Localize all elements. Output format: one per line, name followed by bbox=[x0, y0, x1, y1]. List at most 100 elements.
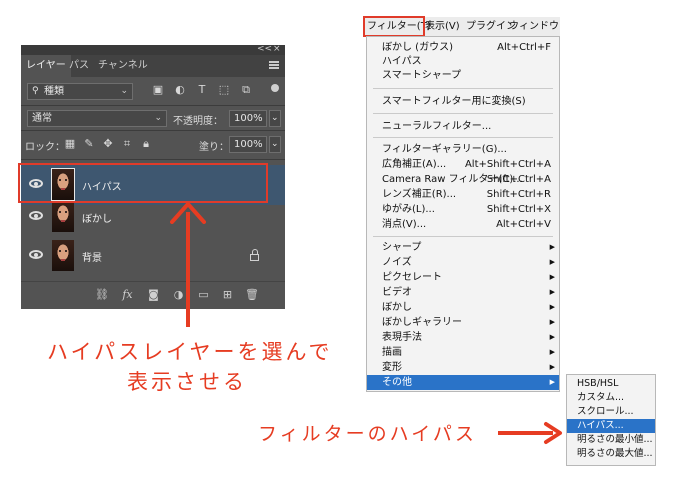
menu-item-pixelate[interactable]: ピクセレート ▶ bbox=[367, 270, 559, 285]
submenu-item-custom[interactable]: カスタム... bbox=[567, 391, 655, 405]
annotation-select-layer-line2: 表示させる bbox=[127, 370, 247, 394]
opacity-dropdown[interactable]: ⌄ bbox=[269, 110, 281, 127]
other-submenu: HSB/HSL カスタム... スクロール... ハイパス... 明るさの最小値… bbox=[566, 374, 656, 466]
divider bbox=[373, 137, 553, 138]
filter-toggle-icon[interactable] bbox=[271, 84, 279, 92]
eye-icon[interactable] bbox=[29, 250, 43, 259]
arrow-up-icon bbox=[170, 202, 206, 224]
blend-row: 通常 ⌄ 不透明度： 100% ⌄ bbox=[21, 110, 285, 128]
chevron-down-icon: ⌄ bbox=[271, 139, 279, 149]
menu-item-smart-sharpen[interactable]: スマートシャープ bbox=[367, 68, 559, 83]
menu-item-camera-raw[interactable]: Camera Raw フィルター(C)... Shift+Ctrl+A bbox=[367, 172, 559, 187]
lock-row: ロック： ▦ ✎ ✥ ⌗ 🔒︎ 塗り： 100% ⌄ bbox=[21, 136, 285, 154]
submenu-item-high-pass[interactable]: ハイパス... bbox=[567, 419, 655, 433]
submenu-arrow-icon: ▶ bbox=[549, 243, 555, 251]
menu-item-noise[interactable]: ノイズ ▶ bbox=[367, 255, 559, 270]
filter-menu-highlight bbox=[363, 16, 425, 37]
opacity-field[interactable]: 100% bbox=[229, 110, 267, 127]
layer-name: 背景 bbox=[82, 253, 102, 264]
menu-item-convert-smart-filter[interactable]: スマートフィルター用に変換(S) bbox=[367, 94, 559, 109]
lock-transparent-icon[interactable]: ▦ bbox=[63, 137, 77, 151]
search-icon: ⚲ bbox=[32, 86, 39, 96]
submenu-arrow-icon: ▶ bbox=[549, 333, 555, 341]
menu-view[interactable]: 表示(V) bbox=[425, 17, 460, 36]
lock-icon bbox=[250, 249, 259, 261]
submenu-arrow-icon: ▶ bbox=[549, 318, 555, 326]
menu-window[interactable]: ウィンドウ(W) bbox=[509, 17, 560, 51]
submenu-item-offset[interactable]: スクロール... bbox=[567, 405, 655, 419]
panel-menu-icon[interactable] bbox=[269, 61, 279, 69]
fx-icon[interactable]: fx bbox=[121, 288, 134, 301]
adjustment-layer-icon[interactable]: ◑ bbox=[172, 288, 185, 301]
menu-item-high-pass[interactable]: ハイパス bbox=[367, 54, 559, 69]
layer-row-blur[interactable]: ぼかし bbox=[21, 197, 285, 237]
menu-item-gaussian-blur[interactable]: ぼかし (ガウス) Alt+Ctrl+F bbox=[367, 40, 559, 55]
submenu-arrow-icon: ▶ bbox=[549, 363, 555, 371]
tab-channels[interactable]: チャンネル bbox=[93, 55, 153, 77]
menu-item-blur-gallery[interactable]: ぼかしギャラリー ▶ bbox=[367, 315, 559, 330]
menu-item-sharpen[interactable]: シャープ ▶ bbox=[367, 240, 559, 255]
submenu-item-maximum[interactable]: 明るさの最大値... bbox=[567, 447, 655, 461]
submenu-item-minimum[interactable]: 明るさの最小値... bbox=[567, 433, 655, 447]
filter-menu: ぼかし (ガウス) Alt+Ctrl+F ハイパス スマートシャープ スマートフィ… bbox=[366, 36, 560, 392]
divider bbox=[373, 236, 553, 237]
opacity-label: 不透明度： bbox=[173, 116, 223, 127]
layer-thumbnail bbox=[52, 240, 74, 271]
adjustment-filter-icon[interactable]: ◐ bbox=[173, 83, 187, 97]
submenu-arrow-icon: ▶ bbox=[549, 258, 555, 266]
type-filter-icon[interactable]: T bbox=[195, 83, 209, 97]
divider bbox=[21, 105, 285, 106]
submenu-arrow-icon: ▶ bbox=[549, 288, 555, 296]
menu-item-liquify[interactable]: ゆがみ(L)... Shift+Ctrl+X bbox=[367, 202, 559, 217]
annotation-high-pass-filter: フィルターのハイパス bbox=[258, 423, 477, 445]
menu-item-stylize[interactable]: 表現手法 ▶ bbox=[367, 330, 559, 345]
divider bbox=[21, 130, 285, 131]
menu-item-distort[interactable]: 変形 ▶ bbox=[367, 360, 559, 375]
divider bbox=[373, 88, 553, 89]
selected-layer-highlight bbox=[18, 163, 268, 203]
collapse-icon[interactable]: << bbox=[257, 44, 272, 54]
kind-filter-label: 種類 bbox=[44, 86, 64, 97]
menu-item-filter-gallery[interactable]: フィルターギャラリー(G)... bbox=[367, 142, 559, 157]
divider bbox=[373, 113, 553, 114]
menu-item-vanishing-point[interactable]: 消点(V)... Alt+Ctrl+V bbox=[367, 217, 559, 232]
menu-item-other[interactable]: その他 ▶ bbox=[367, 375, 559, 390]
menu-item-render[interactable]: 描画 ▶ bbox=[367, 345, 559, 360]
link-icon[interactable]: ⛓︎ bbox=[95, 288, 109, 301]
close-icon[interactable]: × bbox=[273, 44, 281, 54]
menu-item-video[interactable]: ビデオ ▶ bbox=[367, 285, 559, 300]
layers-bottom-bar: ⛓︎ fx ◙ ◑ ▭ ⊞ 🗑︎ bbox=[21, 281, 285, 309]
lock-position-icon[interactable]: ✥ bbox=[101, 137, 115, 151]
lock-artboard-icon[interactable]: ⌗ bbox=[120, 137, 134, 151]
new-layer-icon[interactable]: ⊞ bbox=[221, 288, 234, 301]
menu-item-adaptive-wide-angle[interactable]: 広角補正(A)... Alt+Shift+Ctrl+A bbox=[367, 157, 559, 172]
layer-thumbnail bbox=[52, 201, 74, 232]
shape-filter-icon[interactable]: ⬚ bbox=[217, 83, 231, 97]
menu-item-lens-correction[interactable]: レンズ補正(R)... Shift+Ctrl+R bbox=[367, 187, 559, 202]
pixel-filter-icon[interactable]: ▣ bbox=[151, 83, 165, 97]
filter-row: ⚲ 種類 ⌄ ▣ ◐ T ⬚ ⧉ bbox=[21, 83, 285, 103]
chevron-down-icon: ⌄ bbox=[154, 113, 162, 123]
lock-brush-icon[interactable]: ✎ bbox=[82, 137, 96, 151]
fill-dropdown[interactable]: ⌄ bbox=[269, 136, 281, 153]
menu-item-neural-filters[interactable]: ニューラルフィルター... bbox=[367, 119, 559, 134]
menu-item-blur[interactable]: ぼかし ▶ bbox=[367, 300, 559, 315]
kind-filter-select[interactable]: ⚲ 種類 ⌄ bbox=[27, 83, 133, 100]
lock-label: ロック： bbox=[25, 142, 65, 153]
blend-mode-select[interactable]: 通常 ⌄ bbox=[27, 110, 167, 127]
trash-icon[interactable]: 🗑︎ bbox=[245, 288, 259, 301]
folder-icon[interactable]: ▭ bbox=[197, 288, 210, 301]
lock-all-icon[interactable]: 🔒︎ bbox=[139, 137, 153, 151]
submenu-item-hsb-hsl[interactable]: HSB/HSL bbox=[567, 377, 655, 391]
annotation-select-layer-line1: ハイパスレイヤーを選んで bbox=[47, 340, 333, 364]
eye-icon[interactable] bbox=[29, 211, 43, 220]
smartobject-filter-icon[interactable]: ⧉ bbox=[239, 83, 253, 97]
mask-icon[interactable]: ◙ bbox=[147, 288, 160, 301]
layer-row-background[interactable]: 背景 bbox=[21, 236, 285, 276]
chevron-down-icon: ⌄ bbox=[120, 86, 128, 96]
arrow-shaft bbox=[186, 212, 190, 327]
divider bbox=[21, 159, 285, 160]
fill-field[interactable]: 100% bbox=[229, 136, 267, 153]
submenu-arrow-icon: ▶ bbox=[549, 378, 555, 386]
tab-paths[interactable]: パス bbox=[64, 55, 94, 77]
